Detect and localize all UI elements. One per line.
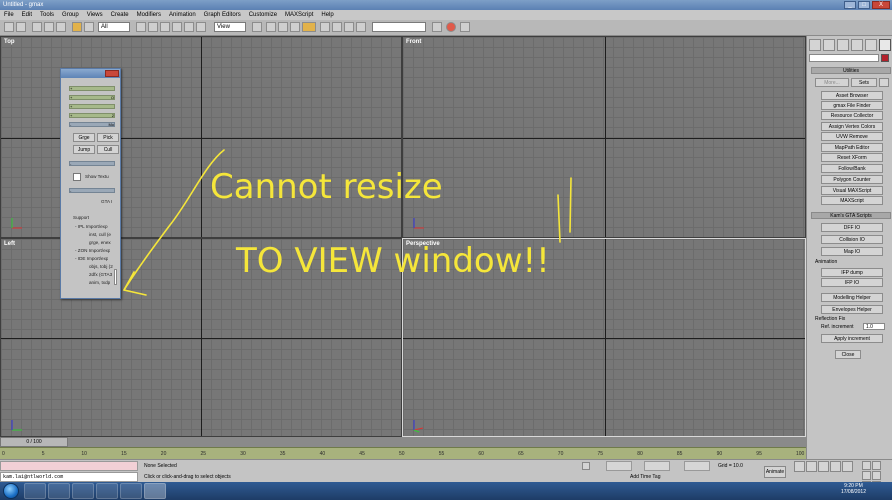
utility-button[interactable]: MapPath Editor [821,143,883,152]
sets-button[interactable]: Sets [851,78,877,87]
z-coordinate-field[interactable] [684,461,710,471]
object-color-swatch[interactable] [881,54,889,62]
utilities-rollout-header[interactable]: Utilities [811,67,891,74]
track-bar-tick-label: 85 [676,451,683,457]
configure-sets-icon[interactable] [879,78,889,87]
playback-controls [794,461,854,472]
viewport-navigation-controls [862,461,888,490]
zoom-icon[interactable] [862,461,871,470]
play-icon[interactable] [818,461,829,472]
track-bar-tick-label: 0 [2,451,5,457]
envelopes-helper-button[interactable]: Envelopes Helper [821,305,883,314]
utility-button[interactable]: Follow/Bank [821,164,883,173]
time-slider-knob[interactable]: 0 / 100 [0,437,68,447]
track-bar-tick-label: 10 [81,451,87,457]
annotation-text-line1: Cannot resize [210,167,443,207]
taskbar-explorer-icon[interactable] [24,483,46,499]
prompt-line: Click or click-and-drag to select object… [144,474,231,480]
time-slider[interactable] [0,437,806,447]
animate-button[interactable]: Animate [764,466,786,478]
dff-io-button[interactable]: DFF IO [821,223,883,232]
utility-button[interactable]: UVW Remove [821,132,883,141]
utility-button[interactable]: gmax File Finder [821,101,883,110]
utility-button[interactable]: Polygon Counter [821,175,883,184]
track-bar-tick-label: 80 [637,451,643,457]
ifp-dump-button[interactable]: IFP dump [821,268,883,277]
track-bar-tick-label: 100 [796,451,805,457]
x-coordinate-field[interactable] [606,461,632,471]
taskbar-app-icon[interactable] [120,483,142,499]
track-bar-tick-label: 50 [399,451,405,457]
track-bar-tick-label: 95 [756,451,762,457]
zoom-all-icon[interactable] [872,461,881,470]
y-coordinate-field[interactable] [644,461,670,471]
utility-button[interactable]: Visual MAXScript [821,186,883,195]
track-bar-tick-label: 15 [121,451,127,457]
status-bar: kam.lai@ntlworld.com None Selected Click… [0,459,892,490]
track-bar-tick-label: 40 [319,451,326,457]
track-bar-tick-label: 20 [160,451,167,457]
utility-button[interactable]: MAXScript [821,196,883,205]
previous-frame-icon[interactable] [806,461,817,472]
track-bar-tick-label: 70 [557,451,564,457]
go-to-start-icon[interactable] [794,461,805,472]
ref-increment-spinner[interactable]: 1.0 [863,323,885,330]
more-button[interactable]: More... [815,78,849,87]
apply-increment-button[interactable]: Apply increment [821,334,883,343]
selection-status: None Selected [144,463,177,469]
modify-tab-icon[interactable] [823,39,835,51]
zoom-extents-icon[interactable] [862,471,871,480]
ref-increment-label: Ref. increment [821,324,854,330]
pan-icon[interactable] [872,471,881,480]
track-bar-tick-label: 65 [518,451,524,457]
maxscript-listener-input[interactable]: kam.lai@ntlworld.com [0,472,138,482]
reflection-fix-label: Reflection Fix [815,316,846,322]
annotation-arrow-line [123,149,225,291]
next-frame-icon[interactable] [830,461,841,472]
track-bar-tick-label: 90 [716,451,723,457]
maxscript-listener-output[interactable] [0,461,138,471]
create-tab-icon[interactable] [809,39,821,51]
annotation-arrow-head [123,271,147,296]
map-io-button[interactable]: Map IO [821,247,883,256]
taskbar-folder-icon[interactable] [96,483,118,499]
utility-button[interactable]: Assign Vertex Colors [821,122,883,131]
track-bar-tick-label: 5 [41,451,45,457]
utility-button[interactable]: Reset XForm [821,153,883,162]
track-bar-tick-label: 55 [438,451,445,457]
track-bar-tick-label: 25 [200,451,207,457]
utilities-tab-icon[interactable] [879,39,891,51]
display-tab-icon[interactable] [865,39,877,51]
command-panel-tabs [809,39,891,51]
taskbar-media-icon[interactable] [72,483,94,499]
start-button[interactable] [3,483,19,499]
track-bar-tick-label: 45 [359,451,365,457]
track-bar-tick-label: 35 [279,451,286,457]
handwritten-annotation: Cannot resize TO VIEW window!! [123,149,572,296]
track-bar-tick-label: 30 [240,451,246,457]
object-name-field[interactable] [809,54,879,62]
motion-tab-icon[interactable] [851,39,863,51]
lock-selection-icon[interactable] [582,462,590,470]
collision-io-button[interactable]: Collision IO [821,235,883,244]
clock-date: 17/08/2012 [840,489,866,495]
modelling-helper-button[interactable]: Modelling Helper [821,293,883,302]
kams-scripts-rollout-header[interactable]: Kam's GTA Scripts [811,212,891,219]
go-to-end-icon[interactable] [842,461,853,472]
annotation-text-line2: TO VIEW window!! [235,241,550,281]
utility-button[interactable]: Resource Collector [821,111,883,120]
taskbar-browser-icon[interactable] [48,483,70,499]
utility-button[interactable]: Asset Browser [821,91,883,100]
command-panel: Utilities More... Sets Asset Browser gma… [806,36,892,460]
system-clock[interactable]: 9:20 PM 17/08/2012 [841,483,866,495]
taskbar-gmax-icon[interactable] [144,483,166,499]
track-bar-tick-label: 60 [478,451,484,457]
ifp-io-button[interactable]: IFP IO [821,278,883,287]
animation-group-label: Animation [815,259,838,265]
track-bar-tick-label: 75 [597,451,604,457]
hierarchy-tab-icon[interactable] [837,39,849,51]
close-rollout-button[interactable]: Close [835,350,861,359]
grid-size-readout: Grid = 10.0 [718,463,743,469]
add-time-tag-button[interactable]: Add Time Tag [630,474,660,480]
